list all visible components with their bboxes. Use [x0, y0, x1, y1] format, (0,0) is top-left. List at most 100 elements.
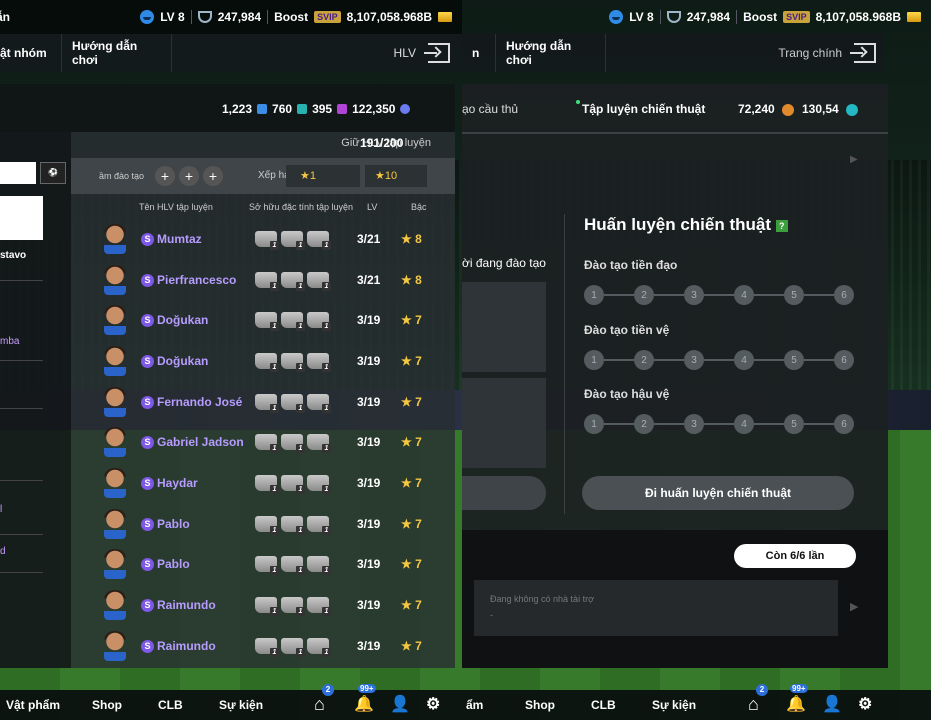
bottom-clb[interactable]: CLB [158, 698, 183, 712]
coin-icon [846, 104, 858, 116]
trait-icons [255, 475, 331, 494]
coach-avatar [104, 265, 126, 295]
home-label[interactable]: Trang chính [778, 46, 842, 60]
coach-grade: ★ 7 [401, 517, 422, 531]
tab-player-training[interactable]: ạo cầu thủ [462, 102, 518, 116]
nav-guide[interactable]: Hướng dẫn chơi [496, 34, 606, 72]
train-filter-label: ầm đào tạo [99, 171, 145, 181]
table-row[interactable]: SDoğukan 3/19 ★ 7 [71, 300, 455, 340]
hlv-label: HLV [393, 46, 416, 60]
coach-lv: 3/21 [357, 232, 381, 246]
table-row[interactable]: SRaimundo 3/19 ★ 7 [71, 626, 455, 666]
add-filter-button[interactable]: + [155, 166, 175, 186]
side-input[interactable] [0, 162, 36, 184]
s-badge: S [141, 476, 154, 490]
star-from-select[interactable]: ★1 [286, 165, 360, 187]
table-row[interactable]: SPierfrancesco 3/21 ★ 8 [71, 260, 455, 300]
coach-lv: 3/19 [357, 354, 381, 368]
chevron-right-icon: ▶ [850, 154, 858, 165]
active-dot [576, 100, 580, 104]
coach-name: Pierfrancesco [157, 273, 237, 287]
nav-group[interactable]: ật nhóm [0, 34, 62, 72]
bell-icon[interactable]: 🔔 [354, 694, 374, 714]
bottom-shop[interactable]: Shop [92, 698, 122, 712]
exit-icon[interactable] [850, 43, 876, 63]
gear-icon[interactable]: ⚙ [426, 694, 440, 714]
coin-icon [782, 104, 794, 116]
top-resource-bar: ẫn LV 8 247,984 Boost SVIP 8,107,058.968… [0, 0, 462, 34]
svip-badge: SVIP [783, 11, 810, 23]
bottom-clb[interactable]: CLB [591, 698, 616, 712]
table-row[interactable]: SPablo 3/19 ★ 7 [71, 544, 455, 584]
trait-icons [255, 231, 331, 250]
add-filter-button[interactable]: + [203, 166, 223, 186]
bottom-event[interactable]: Sự kiện [652, 698, 696, 712]
training-slot[interactable] [462, 282, 546, 372]
add-filter-button[interactable]: + [179, 166, 199, 186]
nav-cut[interactable]: n [462, 34, 496, 72]
exit-icon[interactable] [424, 43, 450, 63]
left-screen: ẫn LV 8 247,984 Boost SVIP 8,107,058.968… [0, 0, 462, 690]
coach-lv: 3/19 [357, 476, 381, 490]
bottom-shop[interactable]: Shop [525, 698, 555, 712]
left-action-button[interactable] [462, 476, 546, 510]
mid-steps: 123456 [584, 350, 854, 370]
table-row[interactable]: SDoğukan 3/19 ★ 7 [71, 341, 455, 381]
table-row[interactable]: SGabriel Jadson 3/19 ★ 7 [71, 422, 455, 462]
bottom-items[interactable]: ẩm [466, 698, 483, 712]
user-icon[interactable]: 👤 [390, 694, 410, 714]
home-icon[interactable]: ⌂ [314, 694, 325, 715]
side-field-icon[interactable]: ⚽ [40, 162, 66, 184]
bell-icon[interactable]: 🔔 [786, 694, 806, 714]
training-window: ạo cầu thủ Tập luyện chiến thuật 72,240 … [462, 84, 888, 668]
star-to-select[interactable]: ★10 [365, 165, 427, 187]
coach-grade: ★ 7 [401, 313, 422, 327]
help-icon[interactable]: ? [775, 219, 788, 232]
table-row[interactable]: SRaimundo 3/19 ★ 7 [71, 585, 455, 625]
coach-avatar [104, 631, 126, 661]
s-badge: S [141, 273, 154, 287]
gold-amount: 8,107,058.968B [346, 10, 432, 24]
table-row[interactable]: SHaydar 3/19 ★ 7 [71, 463, 455, 503]
col-grade: Bậc [411, 202, 427, 212]
table-row[interactable]: SPablo 3/19 ★ 7 [71, 504, 455, 544]
coach-grade: ★ 7 [401, 639, 422, 653]
coach-avatar [104, 468, 126, 498]
home-icon[interactable]: ⌂ [748, 694, 759, 715]
trait-icons [255, 556, 331, 575]
coach-avatar [104, 305, 126, 335]
trait-icons [255, 434, 331, 453]
s-badge: S [141, 313, 154, 327]
side-list: ⚽ stavo mba l d [0, 132, 71, 668]
remaining-badge: Còn 6/6 lần [734, 544, 856, 568]
nav-guide[interactable]: Hướng dẫn chơi [62, 34, 172, 72]
go-tactic-training-button[interactable]: Đi huấn luyện chiến thuật [582, 476, 854, 510]
trophy-icon [197, 11, 212, 23]
side-selected-card[interactable] [0, 196, 43, 240]
level-text: LV 8 [160, 10, 185, 24]
trait-icons [255, 312, 331, 331]
sponsor-box[interactable]: Đang không có nhà tài trợ - [474, 580, 838, 636]
bottom-items[interactable]: Vật phẩm [6, 698, 60, 712]
coach-avatar [104, 590, 126, 620]
tab-tactic-training[interactable]: Tập luyện chiến thuật [576, 100, 705, 116]
sponsor-area: Còn 6/6 lần Đang không có nhà tài trợ - … [462, 530, 888, 668]
s-badge: S [141, 395, 154, 409]
coach-lv: 3/19 [357, 598, 381, 612]
coach-lv: 3/19 [357, 435, 381, 449]
top-resource-bar: LV 8 247,984 Boost SVIP 8,107,058.968B [462, 0, 931, 34]
boost-label: Boost [274, 10, 309, 24]
bottom-nav: Vật phẩm Shop CLB Sự kiện ⌂ 2 🔔 99+ 👤 ⚙ … [0, 684, 931, 720]
table-row[interactable]: SMumtaz 3/21 ★ 8 [71, 219, 455, 259]
table-header: Tên HLV tập luyện Sở hữu đặc tính tập lu… [71, 196, 455, 218]
coach-grade: ★ 8 [401, 273, 422, 287]
table-row[interactable]: SFernando José 3/19 ★ 7 [71, 382, 455, 422]
nav-bar: n Hướng dẫn chơi Trang chính [462, 34, 884, 72]
training-slot[interactable] [462, 378, 546, 468]
bottom-event[interactable]: Sự kiện [219, 698, 263, 712]
level-icon [609, 10, 624, 24]
coach-name: Pablo [157, 557, 190, 571]
user-icon[interactable]: 👤 [822, 694, 842, 714]
tactic-title: Huấn luyện chiến thuật ? [584, 215, 788, 235]
gear-icon[interactable]: ⚙ [858, 694, 872, 714]
